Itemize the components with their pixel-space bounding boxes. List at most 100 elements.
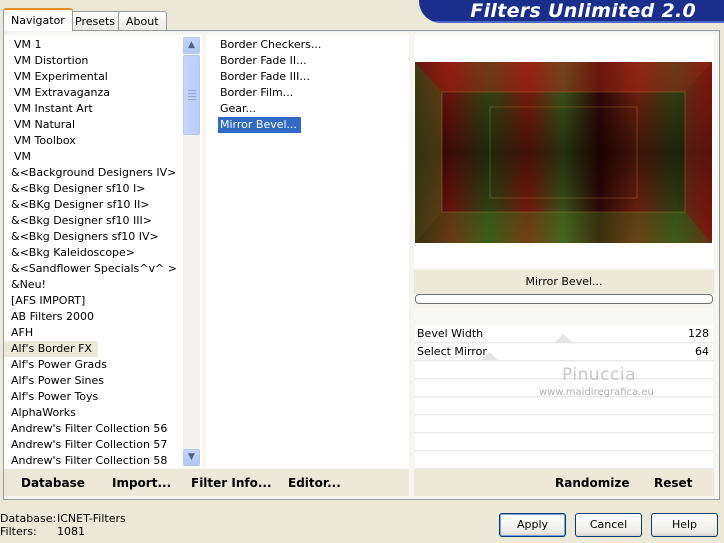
cancel-button[interactable]: Cancel: [575, 513, 642, 537]
filter-info-link[interactable]: Filter Info...: [191, 475, 272, 491]
category-label: Alf's Power Grads: [11, 358, 107, 371]
category-label: Alf's Power Toys: [11, 390, 99, 403]
list-item[interactable]: &<BKg Designer sf10 II>: [4, 197, 202, 213]
apply-button[interactable]: Apply: [499, 513, 566, 537]
reset-link[interactable]: Reset: [654, 475, 692, 491]
watermark-name: Pinuccia: [562, 365, 636, 385]
category-label: &<Background Designers IV>: [11, 166, 177, 179]
tab-presets[interactable]: Presets: [67, 11, 124, 30]
slider-value: 64: [695, 345, 709, 358]
scroll-up-icon[interactable]: ▲: [183, 37, 200, 54]
category-label: &<Bkg Designers sf10 IV>: [11, 230, 159, 243]
randomize-link[interactable]: Randomize: [555, 475, 629, 491]
progress-bar: [415, 294, 713, 304]
list-item[interactable]: VM Instant Art: [4, 101, 202, 117]
filter-item[interactable]: Mirror Bevel...: [218, 117, 409, 133]
list-item[interactable]: &<Bkg Kaleidoscope>: [4, 245, 202, 261]
category-label: VM 1: [14, 38, 42, 51]
filter-item[interactable]: Border Checkers...: [218, 37, 409, 53]
list-item[interactable]: &<Sandflower Specials^v^ >: [4, 261, 202, 277]
category-label: Alf's Power Sines: [11, 374, 104, 387]
list-item[interactable]: Alf's Border FX: [4, 341, 202, 357]
tab-navigator[interactable]: Navigator: [3, 8, 73, 31]
category-label: VM Natural: [14, 118, 76, 131]
category-label: VM Extravaganza: [14, 86, 111, 99]
category-label: Andrew's Filter Collection 57: [11, 438, 168, 451]
title-banner: Filters Unlimited 2.0: [419, 0, 724, 23]
filter-label: Gear...: [220, 102, 257, 115]
list-item[interactable]: Alf's Power Sines: [4, 373, 202, 389]
database-link[interactable]: Database: [21, 475, 85, 491]
list-item[interactable]: &<Bkg Designers sf10 IV>: [4, 229, 202, 245]
filter-item[interactable]: Border Film...: [218, 85, 409, 101]
empty-control-row: [415, 434, 713, 451]
category-label: AlphaWorks: [11, 406, 76, 419]
status-database-value: ICNET-Filters: [57, 512, 126, 525]
category-label: &<Bkg Kaleidoscope>: [11, 246, 136, 259]
category-items: VM 1 VM Distortion VM Experimental VM Extra…: [4, 35, 202, 469]
filter-item[interactable]: Gear...: [218, 101, 409, 117]
selected-filter-title: Mirror Bevel...: [414, 270, 714, 294]
list-item[interactable]: Andrew's Filter Collection 57: [4, 437, 202, 453]
list-item[interactable]: [AFS IMPORT]: [4, 293, 202, 309]
list-item[interactable]: &<Bkg Designer sf10 I>: [4, 181, 202, 197]
slider-thumb[interactable]: [555, 334, 572, 342]
category-label: &<Bkg Designer sf10 III>: [11, 214, 153, 227]
empty-control-row: [415, 452, 713, 469]
preview-image: [415, 62, 712, 243]
list-item[interactable]: VM: [4, 149, 202, 165]
category-label: VM Toolbox: [14, 134, 76, 147]
category-label: &<BKg Designer sf10 II>: [11, 198, 150, 211]
category-label: &<Sandflower Specials^v^ >: [11, 262, 177, 275]
filter-label: Border Checkers...: [220, 38, 322, 51]
category-label: AFH: [11, 326, 34, 339]
category-label: Alf's Border FX: [4, 341, 98, 357]
filter-list[interactable]: Border Checkers... Border Fade II... Borde…: [206, 35, 409, 468]
list-item[interactable]: AB Filters 2000: [4, 309, 202, 325]
list-item[interactable]: VM Distortion: [4, 53, 202, 69]
status-database-label: Database:: [0, 512, 57, 525]
list-item[interactable]: &<Background Designers IV>: [4, 165, 202, 181]
scroll-down-icon[interactable]: ▼: [183, 449, 200, 466]
filter-label: Mirror Bevel...: [218, 117, 302, 133]
status-filters-label: Filters:: [0, 525, 37, 538]
filter-label: Border Film...: [220, 86, 294, 99]
filter-label: Border Fade II...: [220, 54, 307, 67]
editor-link[interactable]: Editor...: [288, 475, 341, 491]
list-item[interactable]: &Neu!: [4, 277, 202, 293]
slider-label: Bevel Width: [417, 327, 484, 340]
status-area: Database:ICNET-Filters Filters: 1081: [0, 512, 126, 538]
list-item[interactable]: VM Experimental: [4, 69, 202, 85]
category-label: [AFS IMPORT]: [11, 294, 86, 307]
slider-bevel-width[interactable]: Bevel Width 128: [415, 326, 713, 343]
list-item[interactable]: Andrew's Filter Collection 56: [4, 421, 202, 437]
list-item[interactable]: VM 1: [4, 37, 202, 53]
list-item[interactable]: AFH: [4, 325, 202, 341]
help-button[interactable]: Help: [651, 513, 718, 537]
slider-select-mirror[interactable]: Select Mirror 64: [415, 344, 713, 361]
list-item[interactable]: VM Natural: [4, 117, 202, 133]
list-item[interactable]: AlphaWorks: [4, 405, 202, 421]
category-label: &<Bkg Designer sf10 I>: [11, 182, 146, 195]
category-label: &Neu!: [11, 278, 46, 291]
category-list[interactable]: VM 1 VM Distortion VM Experimental VM Extra…: [4, 35, 202, 468]
list-item[interactable]: Andrew's Filter Collection 58: [4, 453, 202, 469]
status-filters-value: 1081: [57, 525, 85, 538]
filter-item[interactable]: Border Fade III...: [218, 69, 409, 85]
category-label: VM Distortion: [14, 54, 89, 67]
category-label: Andrew's Filter Collection 56: [11, 422, 168, 435]
filter-item[interactable]: Border Fade II...: [218, 53, 409, 69]
watermark-url: www.maidiregrafica.eu: [539, 387, 654, 398]
banner-title: Filters Unlimited 2.0: [470, 0, 696, 22]
import-link[interactable]: Import...: [112, 475, 171, 491]
slider-value: 128: [688, 327, 709, 340]
category-scrollbar[interactable]: ▲ ▼: [183, 37, 200, 466]
list-item[interactable]: VM Extravaganza: [4, 85, 202, 101]
filter-label: Border Fade III...: [220, 70, 310, 83]
list-item[interactable]: Alf's Power Toys: [4, 389, 202, 405]
tab-about[interactable]: About: [118, 11, 167, 30]
list-item[interactable]: Alf's Power Grads: [4, 357, 202, 373]
list-item[interactable]: VM Toolbox: [4, 133, 202, 149]
list-item[interactable]: &<Bkg Designer sf10 III>: [4, 213, 202, 229]
scroll-thumb[interactable]: [183, 55, 200, 135]
